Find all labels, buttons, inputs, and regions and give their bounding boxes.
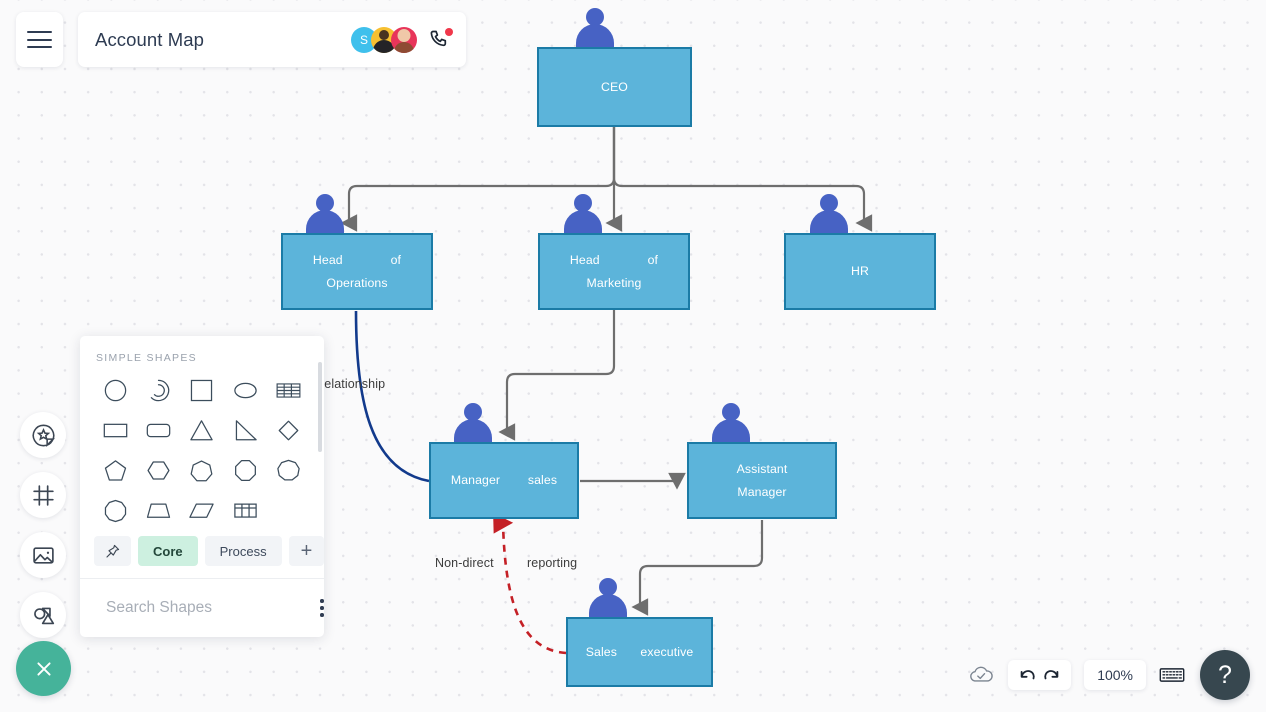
shape-trapezoid[interactable]: [137, 496, 180, 525]
undo-icon[interactable]: [1017, 666, 1037, 684]
shapes-section-title: SIMPLE SHAPES: [96, 352, 197, 364]
shape-pentagon[interactable]: [94, 456, 137, 485]
node-sales-executive-label: Sales executive: [585, 644, 694, 659]
search-input[interactable]: [106, 599, 306, 617]
tool-rail: [20, 412, 66, 638]
edge-ops-mgr-relationship: [354, 310, 430, 483]
shape-circle[interactable]: [94, 376, 137, 405]
edge-label-reporting: reporting: [527, 556, 578, 570]
bottom-toolbar: 100% ?: [967, 650, 1250, 700]
edge-ceo-ops: [340, 127, 616, 232]
help-button[interactable]: ?: [1200, 650, 1250, 700]
redo-icon[interactable]: [1042, 666, 1062, 684]
shape-octagon[interactable]: [224, 456, 267, 485]
node-head-of-operations-label: Head of Operations: [312, 252, 402, 290]
keyboard-icon[interactable]: [1159, 665, 1185, 685]
page-title[interactable]: Account Map: [95, 29, 351, 51]
node-head-of-operations[interactable]: Head of Operations: [281, 233, 433, 310]
shape-heptagon[interactable]: [180, 456, 223, 485]
shape-rounded-rectangle[interactable]: [137, 416, 180, 445]
edge-salesx-mgr-nondirect: [493, 512, 567, 655]
shape-nonagon[interactable]: [267, 456, 310, 485]
add-library-button[interactable]: +: [288, 536, 325, 566]
avatar-initial: S: [359, 32, 368, 47]
shapes-icon[interactable]: [20, 592, 66, 638]
edge-label-relationship: relationship: [320, 377, 386, 391]
shape-search-bar: [80, 579, 324, 637]
close-icon: [36, 661, 51, 676]
shape-grid: [94, 376, 310, 525]
node-manager-sales-label: Manager sales: [450, 473, 558, 488]
edge-asst-salesx: [631, 520, 764, 616]
node-head-of-marketing[interactable]: Head of Marketing: [538, 233, 690, 310]
menu-button[interactable]: [16, 12, 63, 67]
node-sales-executive[interactable]: Sales executive: [566, 617, 713, 687]
shape-decagon[interactable]: [94, 496, 137, 525]
edge-label-non-direct: Non-direct: [435, 556, 494, 570]
frame-icon[interactable]: [20, 472, 66, 518]
kebab-menu-icon[interactable]: [316, 595, 328, 621]
shape-right-triangle[interactable]: [224, 416, 267, 445]
node-assistant-manager[interactable]: Assistant Manager: [687, 442, 837, 519]
node-assistant-manager-label: Assistant Manager: [736, 461, 788, 499]
phone-call-icon[interactable]: [428, 27, 453, 52]
notification-badge: [445, 27, 453, 36]
node-manager-sales[interactable]: Manager sales: [429, 442, 579, 519]
shape-library-tabs: Core Process +: [80, 530, 325, 579]
tab-process[interactable]: Process: [204, 536, 282, 566]
avatar[interactable]: [391, 26, 417, 53]
edge-marketing-mgr: [498, 310, 616, 441]
shape-rectangle[interactable]: [94, 416, 137, 445]
diagram-app: CEO Head of Operations Head of Marketing H…: [0, 0, 1266, 712]
shapes-panel: SIMPLE SHAPES Core Process + Search Shap…: [80, 336, 325, 637]
cloud-saved-icon[interactable]: [967, 663, 995, 687]
shape-parallelogram[interactable]: [180, 496, 223, 525]
node-head-of-marketing-label: Head of Marketing: [569, 252, 659, 290]
shape-triangle[interactable]: [180, 416, 223, 445]
shapes-panel-scrollbar[interactable]: [318, 362, 322, 452]
hamburger-icon: [27, 26, 52, 54]
sticker-star-icon[interactable]: [20, 412, 66, 458]
shape-ellipse[interactable]: [224, 376, 267, 405]
undo-redo-group: [1008, 660, 1072, 690]
shape-square[interactable]: [180, 376, 223, 405]
close-button[interactable]: [16, 641, 71, 696]
shape-table-grid[interactable]: [224, 496, 267, 525]
node-ceo[interactable]: CEO: [537, 47, 692, 127]
node-ceo-label: CEO: [601, 79, 628, 94]
collaborator-avatars: S: [351, 26, 417, 53]
node-hr[interactable]: HR: [784, 233, 936, 310]
tab-pinned[interactable]: [94, 536, 131, 566]
tab-core[interactable]: Core: [138, 536, 198, 566]
document-titlebar: Account Map S: [78, 12, 466, 67]
shape-diamond[interactable]: [267, 416, 310, 445]
shape-hexagon[interactable]: [137, 456, 180, 485]
image-icon[interactable]: [20, 532, 66, 578]
shapes-panel-body: SIMPLE SHAPES: [80, 336, 324, 530]
node-hr-label: HR: [851, 264, 869, 279]
edge-ceo-hr: [612, 127, 873, 232]
shape-arc-spiral[interactable]: [137, 376, 180, 405]
zoom-level[interactable]: 100%: [1084, 660, 1146, 690]
shape-table-lines[interactable]: [267, 376, 310, 405]
